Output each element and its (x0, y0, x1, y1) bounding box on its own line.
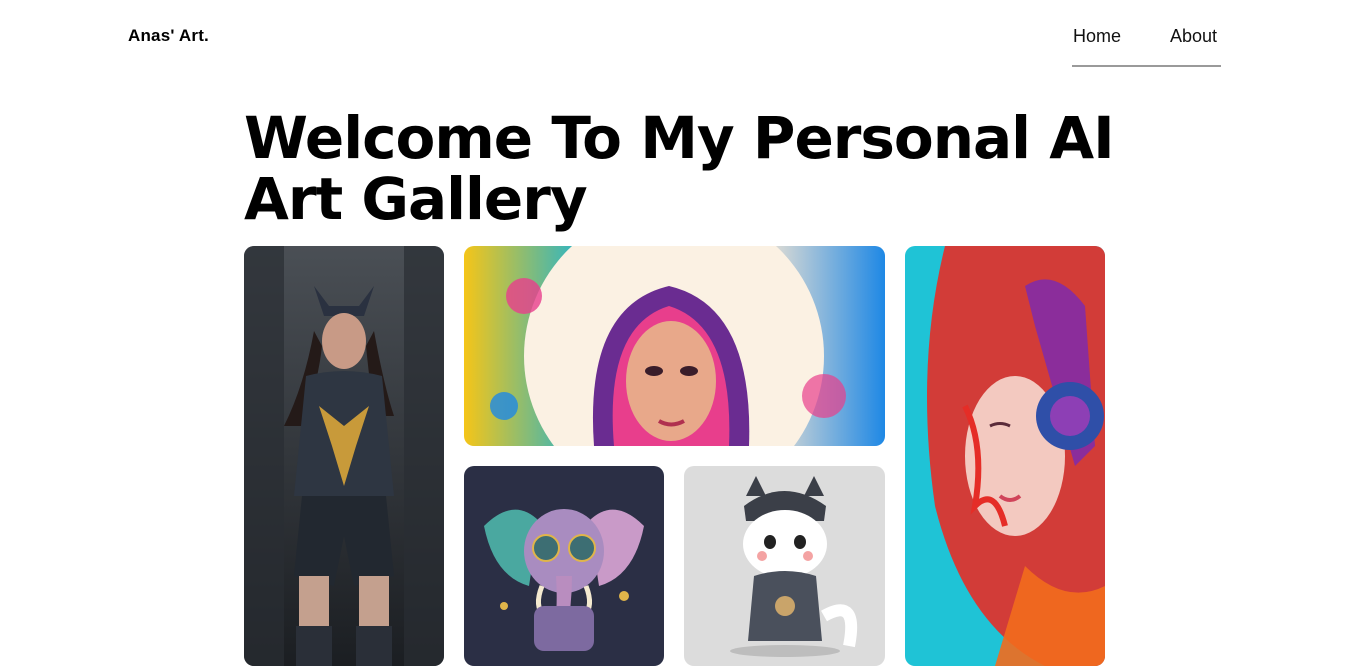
main-nav: Home About (1072, 24, 1221, 67)
nav-link-about[interactable]: About (1170, 26, 1217, 47)
gallery-image-headphones-portrait[interactable] (905, 246, 1105, 666)
brand-logo[interactable]: Anas' Art. (128, 26, 209, 46)
gallery-image-elephant[interactable] (464, 466, 664, 666)
gallery-image-armored-heroine[interactable] (244, 246, 444, 666)
nav-link-home[interactable]: Home (1073, 26, 1121, 47)
gallery-image-splash-portrait[interactable] (464, 246, 885, 446)
page-title: Welcome To My Personal AI Art Gallery (244, 104, 1115, 233)
gallery-image-cat[interactable] (684, 466, 885, 666)
